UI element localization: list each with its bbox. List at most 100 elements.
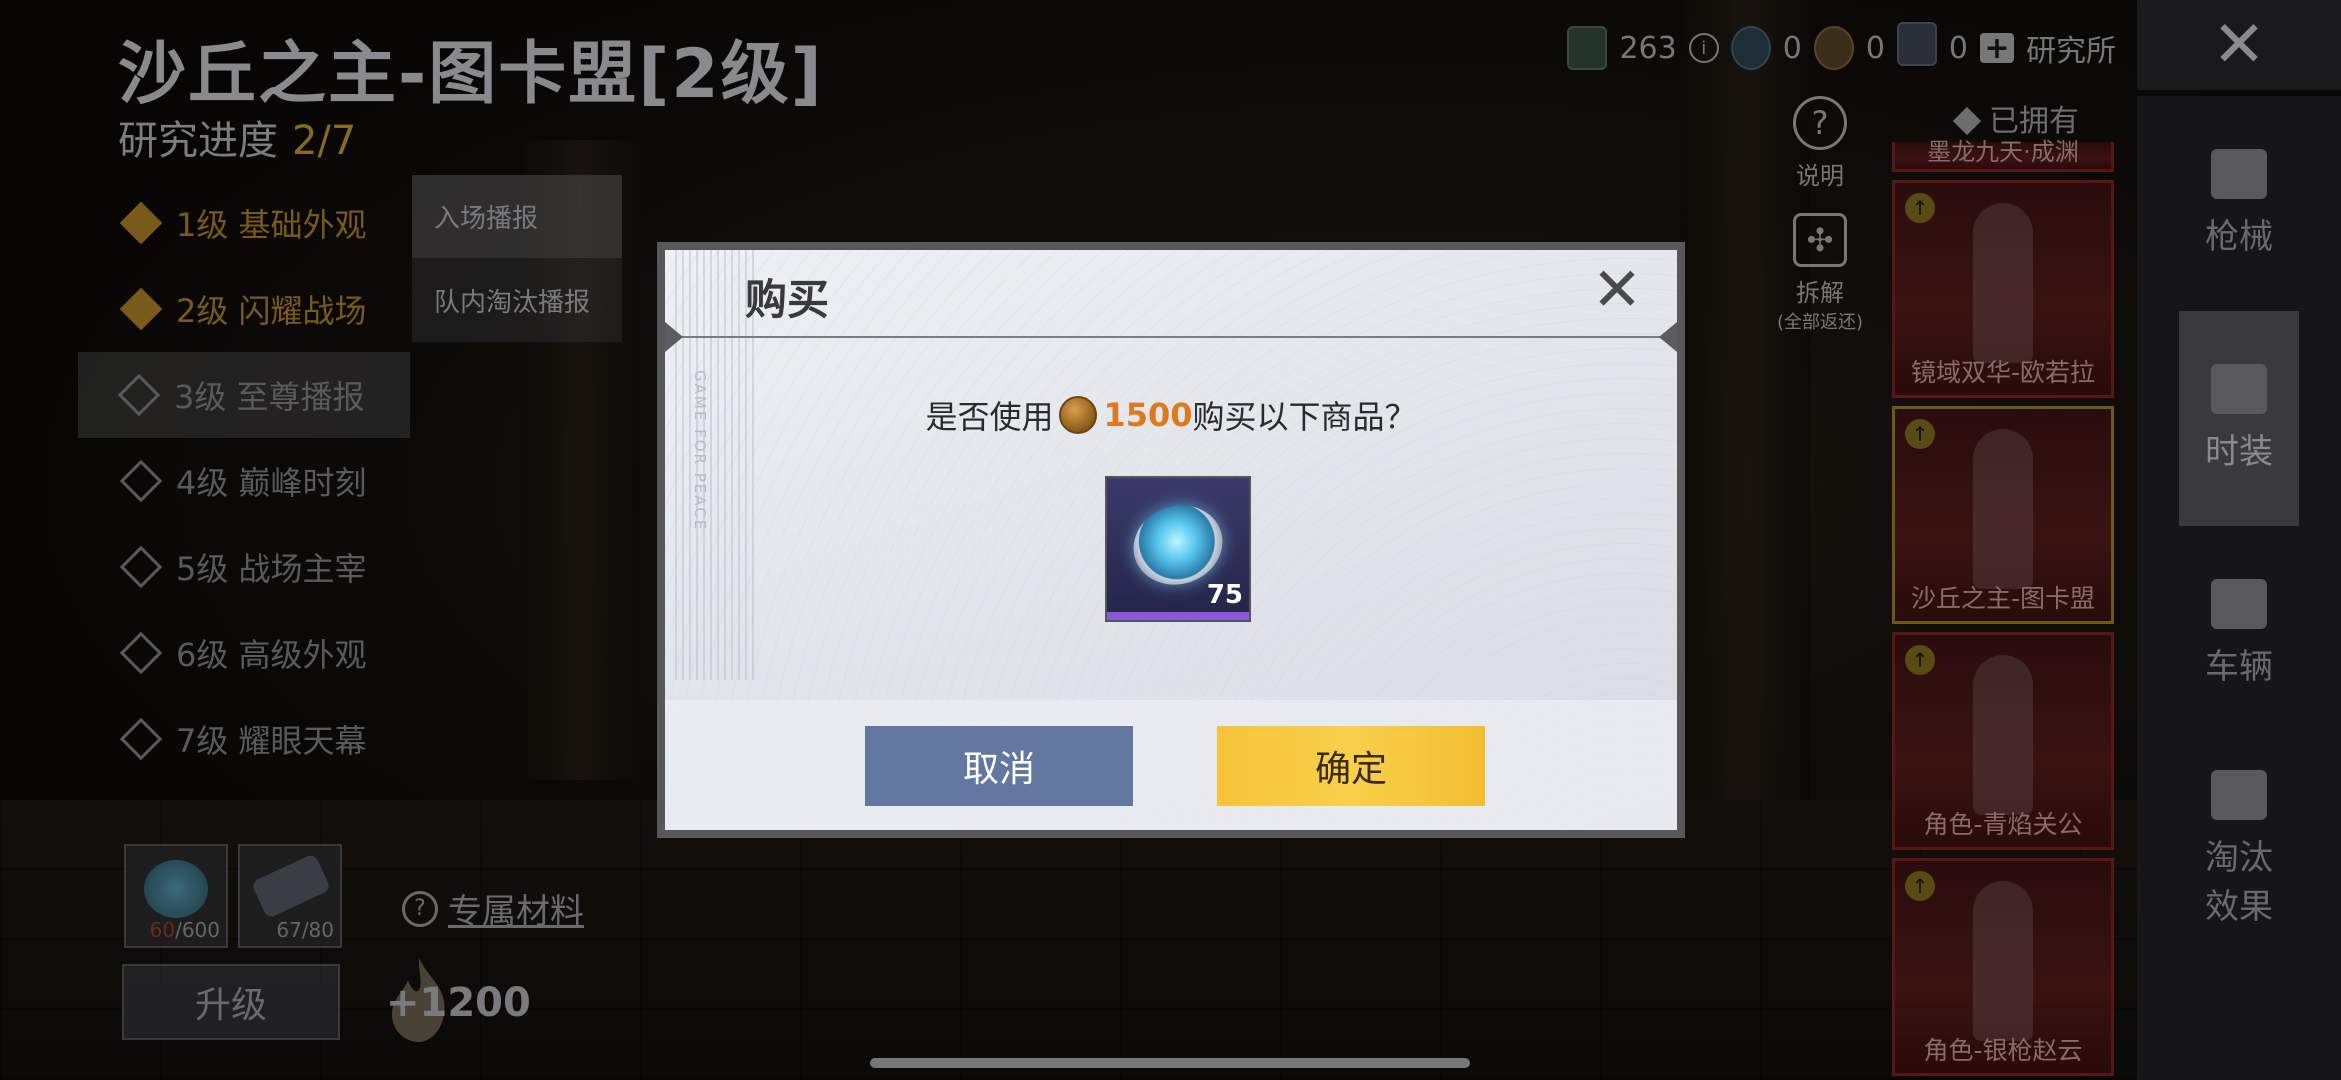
progress-value: 2/7 [292, 118, 357, 164]
bonus-points: +1200 [386, 980, 531, 1026]
upgrade-button[interactable]: 升级 [122, 964, 340, 1040]
material-slot[interactable]: 67/80 [238, 844, 342, 948]
diamond-icon [119, 459, 163, 503]
skin-card[interactable]: ↑ 角色-银枪赵云 [1892, 858, 2114, 1076]
tool-column: ? 说明 ✣ 拆解 (全部返还) [1770, 96, 1870, 356]
level-item-5[interactable]: 5级 战场主宰 [80, 524, 410, 610]
blue-disc-icon [144, 860, 208, 918]
gear-part-icon [250, 853, 332, 919]
level-item-1[interactable]: 1级 基础外观 [80, 180, 410, 266]
cancel-button[interactable]: 取消 [865, 726, 1133, 806]
skin-card-name: 角色-银枪赵云 [1923, 1036, 2083, 1065]
diamond-icon [1952, 106, 1982, 136]
level-list: 1级 基础外观 2级 闪耀战场 3级 至尊播报 4级 巅峰时刻 5级 战场主宰 … [78, 180, 410, 782]
close-page-button[interactable]: ✕ [2137, 0, 2341, 90]
level-label: 3级 至尊播报 [174, 378, 365, 416]
vehicle-icon [2211, 579, 2267, 629]
level-item-6[interactable]: 6级 高级外观 [80, 610, 410, 696]
decorative-stripes [675, 250, 755, 680]
skin-card[interactable]: ↑ 角色-青焰关公 [1892, 632, 2114, 850]
elimination-icon [2211, 769, 2267, 820]
purchase-item[interactable]: 75 [1105, 476, 1251, 622]
add-currency-button[interactable]: + [1980, 31, 2014, 66]
gun-icon [2211, 149, 2267, 199]
close-icon: ✕ [2212, 8, 2266, 82]
level-label: 5级 战场主宰 [176, 550, 367, 588]
category-gun[interactable]: 枪械 [2137, 96, 2341, 311]
progress-label: 研究进度 [118, 118, 278, 164]
card-count: 0 [1948, 30, 1968, 66]
category-vehicle[interactable]: 车辆 [2137, 526, 2341, 741]
level-item-3[interactable]: 3级 至尊播报 [78, 352, 410, 438]
research-progress: 研究进度 2/7 [118, 108, 356, 166]
level-label: 7级 耀眼天幕 [176, 722, 367, 760]
currency-bar: 263 i 0 0 0 + 研究所 [1567, 20, 2116, 76]
level-item-2[interactable]: 2级 闪耀战场 [80, 266, 410, 352]
purchase-dialog: GAME FOR PEACE 购买 ✕ 是否使用 1500 购买以下商品？ 75… [657, 242, 1685, 838]
upgrade-arrow-icon: ↑ [1905, 871, 1935, 901]
upgrade-arrow-icon: ↑ [1905, 645, 1935, 675]
category-elimination-effect[interactable]: 淘汰效果 [2137, 741, 2341, 956]
character-figure [1973, 429, 2033, 589]
skin-card-selected[interactable]: ↑ 沙丘之主-图卡盟 [1892, 406, 2114, 624]
character-figure [1973, 203, 2033, 363]
institute-label[interactable]: 研究所 [2026, 26, 2116, 70]
level-label: 6级 高级外观 [176, 636, 367, 674]
material-count: 60/600 [149, 918, 220, 942]
purchase-question: 是否使用 1500 购买以下商品？ [925, 396, 1417, 436]
item-quantity: 75 [1206, 580, 1243, 610]
subtab-entrance-broadcast[interactable]: 入场播报 [412, 175, 622, 259]
skin-card-name: 墨龙九天·成渊 [1927, 138, 2079, 166]
dismantle-sublabel: (全部返还) [1776, 312, 1864, 333]
subtab-team-elimination-broadcast[interactable]: 队内淘汰播报 [412, 259, 622, 343]
page-title: 沙丘之主-图卡盟[2级] [118, 35, 824, 114]
level-label: 2级 闪耀战场 [176, 292, 367, 330]
material-slot[interactable]: 60/600 [124, 844, 228, 948]
material-count: 67/80 [276, 918, 334, 942]
purchase-dialog-body: GAME FOR PEACE 购买 ✕ 是否使用 1500 购买以下商品？ 75… [665, 250, 1677, 830]
coin-icon [1059, 396, 1098, 434]
help-button[interactable]: ? 说明 [1770, 96, 1870, 191]
blue-currency-count: 0 [1782, 30, 1802, 66]
skin-card[interactable]: 墨龙九天·成渊 [1892, 138, 2114, 172]
diamond-icon [119, 717, 163, 761]
card-icon [1896, 22, 1937, 66]
diamond-icon [119, 545, 163, 589]
subtab-list: 入场播报 队内淘汰播报 [412, 175, 622, 343]
ticket-count: 263 [1619, 30, 1677, 66]
level-label: 4级 巅峰时刻 [176, 464, 367, 502]
puzzle-icon: ✣ [1793, 213, 1847, 267]
dialog-close-button[interactable]: ✕ [1589, 260, 1645, 320]
level-item-4[interactable]: 4级 巅峰时刻 [80, 438, 410, 524]
close-icon: ✕ [1591, 255, 1643, 325]
dialog-button-row: 取消 确定 [665, 700, 1677, 830]
dialog-title: 购买 [745, 275, 830, 324]
blue-currency-icon [1730, 26, 1771, 70]
purchase-price: 1500 [1103, 396, 1193, 434]
diamond-icon [119, 631, 163, 675]
skin-card-list: 墨龙九天·成渊 ↑ 镜域双华-欧若拉 ↑ 沙丘之主-图卡盟 ↑ 角色-青焰关公 ↑ 角色… [1892, 138, 2114, 1080]
dismantle-button[interactable]: ✣ 拆解 (全部返还) [1770, 213, 1870, 334]
confirm-button[interactable]: 确定 [1217, 726, 1485, 806]
upgrade-arrow-icon: ↑ [1905, 193, 1935, 223]
check-icon [119, 201, 163, 245]
skin-card[interactable]: ↑ 镜域双华-欧若拉 [1892, 180, 2114, 398]
info-icon[interactable]: i [1688, 33, 1719, 63]
dialog-divider [675, 336, 1667, 338]
character-figure [1973, 881, 2033, 1041]
exclusive-material-link[interactable]: ? 专属材料 [402, 884, 584, 933]
level-label: 1级 基础外观 [176, 206, 367, 244]
diamond-icon [117, 373, 161, 417]
help-label: 说明 [1796, 162, 1844, 190]
category-outfit[interactable]: 时装 [2179, 311, 2299, 526]
outfit-icon [2211, 364, 2267, 414]
skin-card-name: 沙丘之主-图卡盟 [1910, 584, 2096, 613]
skin-card-name: 镜域双华-欧若拉 [1910, 358, 2096, 387]
dismantle-label: 拆解 [1796, 279, 1844, 307]
coin-icon [1813, 26, 1854, 70]
character-figure [1973, 655, 2033, 815]
level-item-7[interactable]: 7级 耀眼天幕 [80, 696, 410, 782]
home-indicator[interactable] [870, 1058, 1470, 1068]
ticket-icon [1567, 26, 1608, 70]
check-icon [119, 287, 163, 331]
